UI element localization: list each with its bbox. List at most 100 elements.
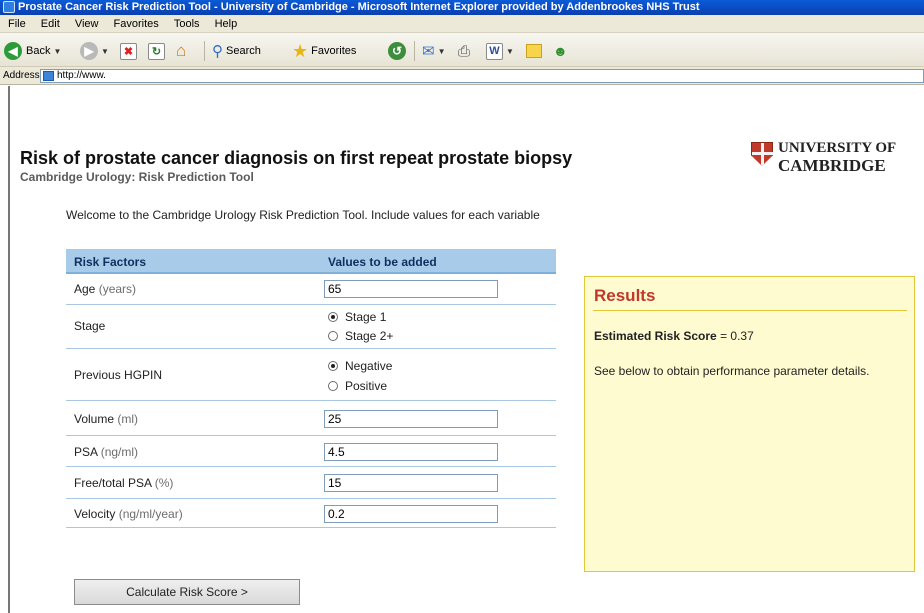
mail-dropdown-icon[interactable]: ▼: [438, 47, 446, 56]
home-icon: ⌂: [176, 41, 187, 60]
window-title: Prostate Cancer Risk Prediction Tool - U…: [18, 1, 700, 13]
psa-input[interactable]: [324, 443, 498, 461]
refresh-icon: ↻: [148, 42, 165, 60]
mail-button[interactable]: ✉ ▼: [422, 41, 446, 61]
hgpin-negative-label: Negative: [345, 359, 393, 373]
edit-dropdown-icon[interactable]: ▼: [506, 47, 514, 56]
favorites-label: Favorites: [311, 45, 357, 57]
menu-bar: File Edit View Favorites Tools Help: [0, 15, 924, 33]
results-divider: [593, 310, 907, 311]
print-button[interactable]: ⎙: [458, 41, 470, 61]
stage-2-option[interactable]: Stage 2+: [328, 329, 393, 343]
stage-row: Stage Stage 1 Stage 2+: [66, 305, 556, 349]
velocity-input[interactable]: [324, 505, 498, 523]
welcome-text: Welcome to the Cambridge Urology Risk Pr…: [66, 208, 540, 222]
menu-view[interactable]: View: [75, 15, 99, 33]
menu-favorites[interactable]: Favorites: [114, 15, 159, 33]
toolbar-separator: [414, 41, 415, 61]
refresh-button[interactable]: ↻: [148, 41, 165, 61]
volume-input[interactable]: [324, 410, 498, 428]
velocity-label: Velocity (ng/ml/year): [74, 507, 183, 521]
free-psa-row: Free/total PSA (%): [66, 467, 556, 499]
cambridge-crest-icon: [751, 142, 773, 166]
results-title: Results: [594, 286, 656, 305]
messenger-button[interactable]: ☻: [553, 41, 568, 61]
page-subtitle: Cambridge Urology: Risk Prediction Tool: [20, 170, 254, 184]
print-icon: ⎙: [458, 42, 471, 60]
favorites-star-icon: ★: [292, 40, 309, 61]
hgpin-negative-radio[interactable]: [328, 361, 338, 371]
stage-1-label: Stage 1: [345, 310, 387, 324]
search-button[interactable]: ⚲ Search: [212, 41, 261, 61]
address-input[interactable]: http://www.: [40, 69, 924, 83]
address-bar: Address http://www.: [0, 67, 924, 85]
page-icon: [43, 71, 54, 81]
back-arrow-icon: ◀: [4, 42, 22, 60]
header-values: Values to be added: [328, 255, 437, 269]
stage-1-radio[interactable]: [328, 312, 338, 322]
back-dropdown-icon[interactable]: ▼: [53, 47, 61, 56]
home-button[interactable]: ⌂: [176, 41, 186, 61]
age-input[interactable]: [324, 280, 498, 298]
address-label: Address: [3, 70, 40, 81]
history-icon: ↺: [388, 42, 406, 60]
forward-arrow-icon: ▶: [80, 42, 98, 60]
hgpin-positive-radio[interactable]: [328, 381, 338, 391]
calculate-risk-score-button[interactable]: Calculate Risk Score >: [74, 579, 300, 605]
age-row: Age (years): [66, 274, 556, 305]
volume-row: Volume (ml): [66, 401, 556, 436]
menu-tools[interactable]: Tools: [174, 15, 200, 33]
window-title-bar: Prostate Cancer Risk Prediction Tool - U…: [0, 0, 924, 15]
back-button[interactable]: ◀ Back ▼: [4, 41, 61, 61]
standard-toolbar: ◀ Back ▼ ▶ ▼ ✖ ↻ ⌂ ⚲ Search ★ Favorites …: [0, 33, 924, 67]
page-title: Risk of prostate cancer diagnosis on fir…: [20, 148, 573, 168]
stop-button[interactable]: ✖: [120, 41, 137, 61]
free-psa-label: Free/total PSA (%): [74, 476, 174, 490]
risk-score: Estimated Risk Score = 0.37: [594, 329, 754, 343]
university-logo: UNIVERSITY OF CAMBRIDGE: [751, 140, 896, 178]
favorites-button[interactable]: ★ Favorites: [292, 41, 356, 61]
stage-label: Stage: [74, 319, 106, 333]
psa-label: PSA (ng/ml): [74, 445, 139, 459]
stop-icon: ✖: [120, 42, 137, 60]
history-button[interactable]: ↺: [388, 41, 406, 61]
results-note: See below to obtain performance paramete…: [594, 364, 870, 378]
results-panel: Results Estimated Risk Score = 0.37 See …: [584, 276, 915, 572]
volume-label: Volume (ml): [74, 412, 139, 426]
word-icon: W: [486, 42, 503, 60]
hgpin-label: Previous HGPIN: [74, 368, 163, 382]
address-url: http://www.: [57, 70, 106, 81]
age-label: Age (years): [74, 282, 137, 296]
psa-row: PSA (ng/ml): [66, 436, 556, 467]
hgpin-positive-label: Positive: [345, 379, 388, 393]
menu-edit[interactable]: Edit: [41, 15, 60, 33]
risk-score-label: Estimated Risk Score: [594, 329, 717, 343]
header-risk-factors: Risk Factors: [74, 255, 147, 269]
stage-2-radio[interactable]: [328, 331, 338, 341]
mail-icon: ✉: [422, 43, 435, 60]
search-label: Search: [226, 45, 261, 57]
risk-factors-table: Risk Factors Values to be added Age (yea…: [66, 249, 556, 528]
menu-file[interactable]: File: [8, 15, 26, 33]
hgpin-positive-option[interactable]: Positive: [328, 379, 387, 393]
forward-button[interactable]: ▶ ▼: [80, 41, 109, 61]
forward-dropdown-icon[interactable]: ▼: [101, 47, 109, 56]
free-psa-input[interactable]: [324, 474, 498, 492]
back-label: Back: [26, 45, 51, 57]
search-icon: ⚲: [212, 43, 223, 60]
logo-text: UNIVERSITY OF CAMBRIDGE: [778, 140, 896, 178]
discuss-button[interactable]: [526, 41, 542, 61]
table-header: Risk Factors Values to be added: [66, 249, 556, 274]
hgpin-row: Previous HGPIN Negative Positive: [66, 349, 556, 401]
menu-help[interactable]: Help: [215, 15, 238, 33]
messenger-icon: ☻: [553, 43, 568, 59]
hgpin-negative-option[interactable]: Negative: [328, 359, 392, 373]
risk-score-value: = 0.37: [720, 329, 754, 343]
ie-app-icon: [3, 1, 15, 13]
velocity-row: Velocity (ng/ml/year): [66, 499, 556, 528]
edit-word-button[interactable]: W ▼: [486, 41, 514, 61]
viewport-left-border: [8, 86, 10, 613]
stage-2-label: Stage 2+: [345, 329, 394, 343]
stage-1-option[interactable]: Stage 1: [328, 310, 386, 324]
toolbar-separator: [204, 41, 205, 61]
